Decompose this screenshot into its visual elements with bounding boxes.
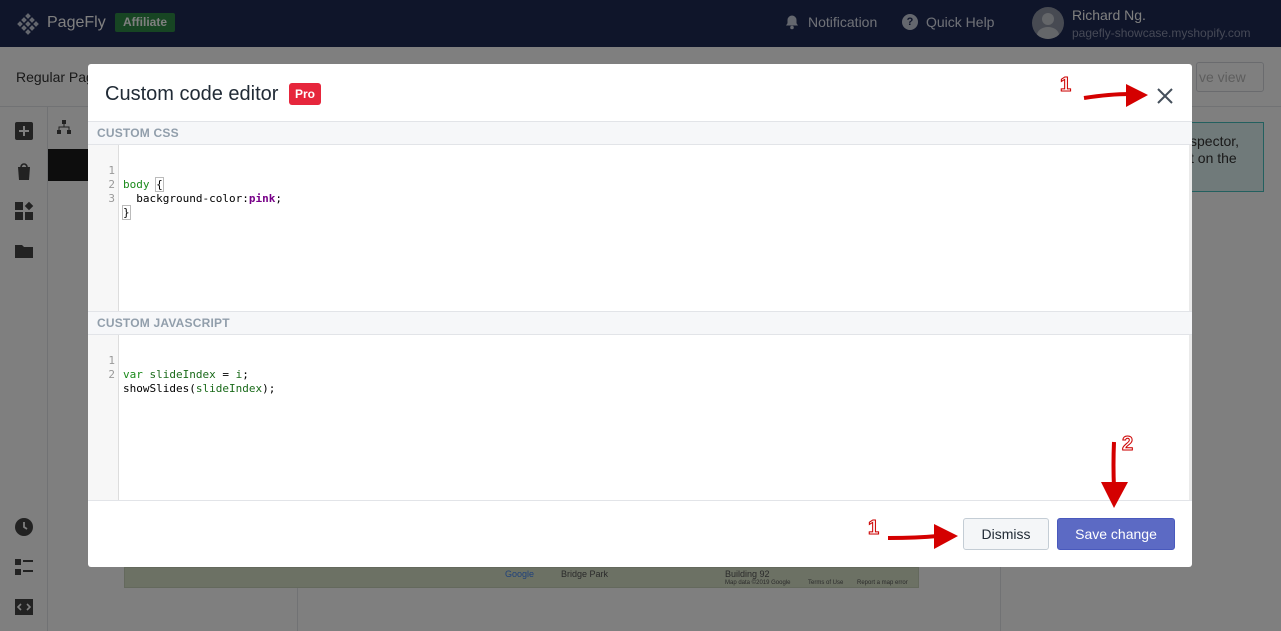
- annotation-arrow-close: [1083, 84, 1148, 107]
- css-code-editor[interactable]: 1 body { 2 background-color:pink; 3 }: [88, 145, 1192, 311]
- code-line: 3 }: [108, 192, 131, 220]
- css-editor-scrollbar[interactable]: [1189, 145, 1192, 311]
- annotation-number-dismiss: 1: [867, 517, 880, 540]
- code-line: 1 body {: [108, 164, 164, 192]
- annotation-number-close: 1: [1059, 74, 1072, 97]
- code-line: 2 showSlides(slideIndex);: [108, 368, 276, 395]
- annotation-arrow-dismiss: [887, 524, 958, 549]
- annotation-arrow-save: [1101, 441, 1128, 508]
- modal-title: Custom code editor: [105, 83, 279, 105]
- save-change-button[interactable]: Save change: [1057, 518, 1175, 550]
- dismiss-button[interactable]: Dismiss: [963, 518, 1049, 550]
- modal-footer: Dismiss Save change: [88, 500, 1192, 567]
- pro-badge: Pro: [289, 83, 322, 105]
- code-line: 1 var slideIndex = i;: [108, 354, 249, 381]
- custom-code-editor-modal: Custom code editor Pro CUSTOM CSS 1 body…: [88, 64, 1192, 567]
- js-editor-scrollbar[interactable]: [1189, 335, 1192, 500]
- js-section-header: CUSTOM JAVASCRIPT: [88, 311, 1192, 335]
- js-code-editor[interactable]: 1 var slideIndex = i; 2 showSlides(slide…: [88, 335, 1192, 500]
- code-line: 2 background-color:pink;: [108, 178, 282, 205]
- close-icon[interactable]: [1154, 85, 1176, 107]
- css-section-header: CUSTOM CSS: [88, 121, 1192, 145]
